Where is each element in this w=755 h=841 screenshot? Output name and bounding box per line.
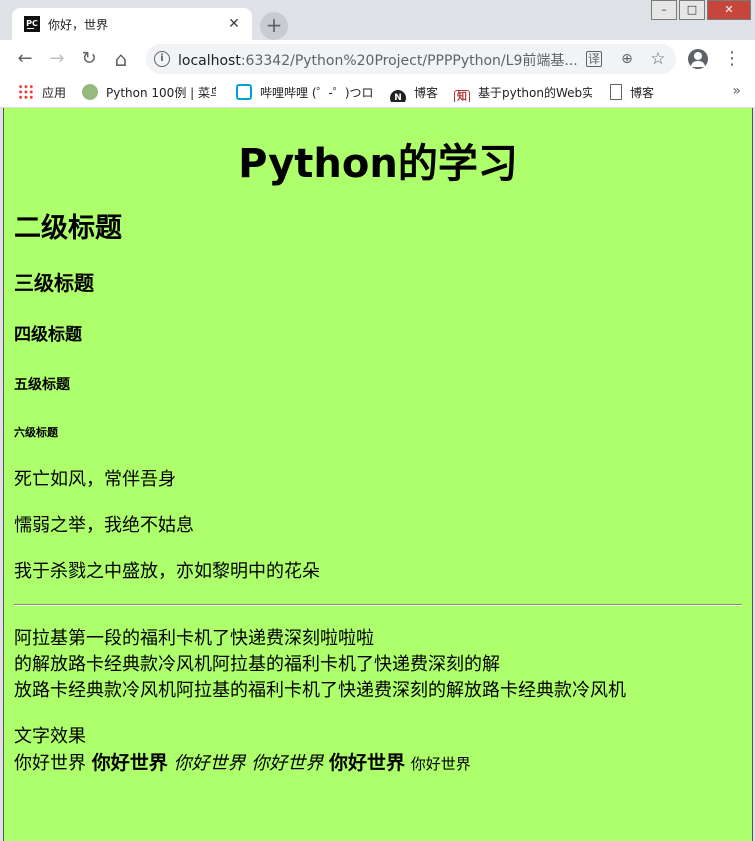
url-text[interactable]: localhost:63342/Python%20Project/PPPPyth… [178,50,588,70]
paragraph-line: 的解放路卡经典款冷风机阿拉基的福利卡机了快递费深刻的解 [14,654,500,675]
pycharm-icon: PC [24,16,40,32]
small-text: 你好世界 [410,755,471,773]
tab-close-icon[interactable]: ✕ [224,14,244,34]
heading-level-6: 六级标题 [14,426,58,439]
plain-text: 你好世界 [14,753,86,774]
paragraph-line: 放路卡经典款冷风机阿拉基的福利卡机了快递费深刻的解放路卡经典款冷风机 [14,680,626,701]
paragraph-with-breaks: 阿拉基第一段的福利卡机了快递费深刻啦啦啦 的解放路卡经典款冷风机阿拉基的福利卡机… [14,626,742,704]
heading-level-5: 五级标题 [14,377,70,393]
address-bar[interactable]: i localhost:63342/Python%20Project/PPPPy… [146,44,676,74]
horizontal-rule [14,604,742,606]
apps-icon [18,84,34,100]
paragraph-line: 阿拉基第一段的福利卡机了快递费深刻啦啦啦 [14,628,374,649]
bookmarks-bar: 应用 Python 100例 | 菜鸟 哔哩哔哩 (゜-゜)つロ N 博客 知基于… [0,78,755,108]
menu-icon[interactable]: ⋮ [722,46,742,72]
quote-line: 我于杀戮之中盛放，亦如黎明中的花朵 [14,561,320,582]
document-icon [610,84,622,100]
italic-text: 你好世界 [173,753,246,774]
bookmark-blog-2[interactable]: 博客 [610,84,670,102]
heading-level-4: 四级标题 [14,325,82,345]
home-icon[interactable]: ⌂ [108,46,134,72]
bookmarks-overflow-icon[interactable]: » [732,83,741,99]
quote-line: 懦弱之举，我绝不姑息 [14,515,194,536]
tab-strip: PC 你好，世界 ✕ + – □ ✕ [0,0,755,40]
bold-text: 你好世界 [91,752,168,774]
runoob-icon [82,84,98,100]
heading-level-2: 二级标题 [14,213,122,244]
text-effects-heading: 文字效果 [14,726,86,747]
bookmark-bilibili[interactable]: 哔哩哔哩 (゜-゜)つロ [236,84,374,102]
n-icon: N [390,90,406,102]
profile-avatar-icon[interactable] [688,49,708,69]
quote-line: 死亡如风，常伴吾身 [14,469,176,490]
bookmark-runoob[interactable]: Python 100例 | 菜鸟 [82,84,216,102]
text-effects-block: 文字效果 你好世界 你好世界 你好世界 你好世界 你好世界 你好世界 [14,724,742,777]
bookmark-apps[interactable]: 应用 [18,84,78,102]
bookmark-zhihu[interactable]: 知基于python的Web实 [454,84,592,102]
reload-icon[interactable]: ↻ [76,46,102,72]
browser-toolbar: ← → ↻ ⌂ i localhost:63342/Python%20Proje… [0,40,755,78]
minimize-button[interactable]: – [651,0,677,20]
page-viewport: Python的学习 二级标题 三级标题 四级标题 五级标题 六级标题 死亡如风，… [3,108,753,841]
zoom-icon[interactable]: ⊕ [618,50,636,68]
heading-level-1: Python的学习 [238,141,518,187]
bilibili-icon [236,84,252,100]
zhihu-icon: 知 [454,90,470,102]
back-icon[interactable]: ← [12,46,38,72]
site-info-icon[interactable]: i [154,51,170,67]
strong-text: 你好世界 [328,752,405,774]
bookmark-star-icon[interactable]: ☆ [649,50,667,68]
page-body: Python的学习 二级标题 三级标题 四级标题 五级标题 六级标题 死亡如风，… [4,142,752,777]
close-window-button[interactable]: ✕ [707,0,751,20]
maximize-button[interactable]: □ [679,0,705,20]
browser-tab[interactable]: PC 你好，世界 ✕ [12,8,252,40]
new-tab-button[interactable]: + [260,12,288,40]
heading-level-3: 三级标题 [14,271,94,295]
tab-title: 你好，世界 [48,18,109,32]
bookmark-blog-1[interactable]: N 博客 [390,84,446,102]
translate-icon[interactable]: 译 [586,51,602,67]
emphasis-text: 你好世界 [251,753,324,774]
forward-icon[interactable]: → [44,46,70,72]
